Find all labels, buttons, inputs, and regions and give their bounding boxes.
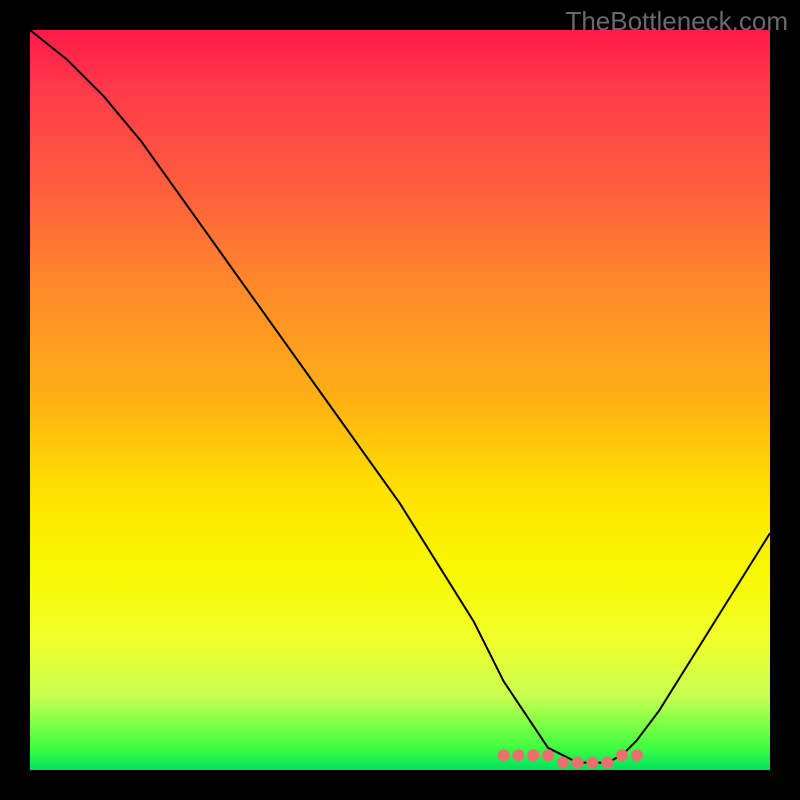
chart-svg [30,30,770,770]
highlight-dot [498,749,510,761]
watermark-text: TheBottleneck.com [565,6,788,37]
highlight-dot [616,749,628,761]
highlight-dot [512,749,524,761]
highlight-dots [498,749,643,768]
highlight-dot [572,757,584,769]
highlight-dot [542,749,554,761]
highlight-dot [586,757,598,769]
highlight-dot [557,757,569,769]
highlight-dot [631,749,643,761]
curve-line [30,30,770,763]
highlight-dot [527,749,539,761]
highlight-dot [601,757,613,769]
chart-plot-area [30,30,770,770]
